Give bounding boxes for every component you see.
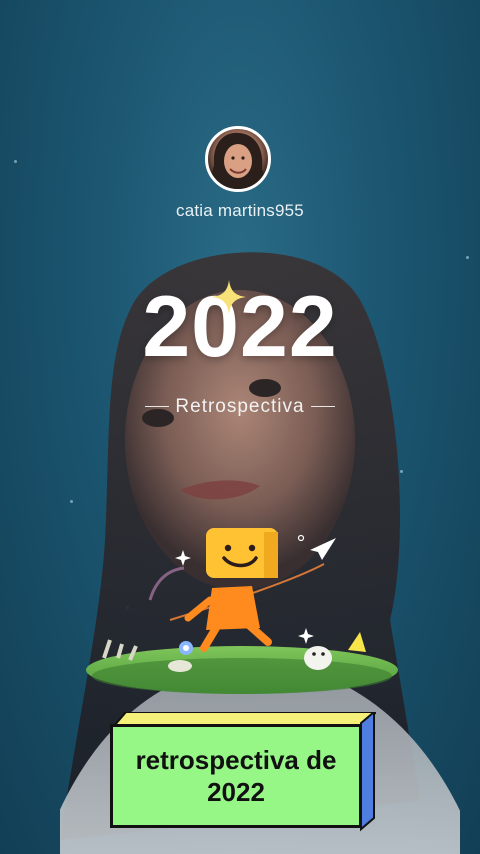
background-sparkle	[14, 160, 17, 163]
caption-card: retrospectiva de 2022	[110, 712, 376, 832]
retrospective-subtitle: Retrospectiva	[0, 396, 480, 418]
sparkle-icon	[212, 280, 246, 314]
profile-username[interactable]: catia martins955	[0, 201, 480, 221]
caption-text: retrospectiva de 2022	[135, 745, 337, 807]
profile-avatar[interactable]	[205, 126, 271, 192]
background-sparkle	[466, 256, 469, 259]
island-illustration	[86, 528, 398, 694]
paper-plane-icon	[310, 538, 336, 560]
caption-card-side-face	[360, 712, 375, 832]
story-screen: catia martins955 2022 Retrospectiva retr…	[0, 0, 480, 854]
profile-photo-icon	[208, 132, 268, 189]
caption-front: retrospectiva de 2022	[110, 724, 362, 828]
